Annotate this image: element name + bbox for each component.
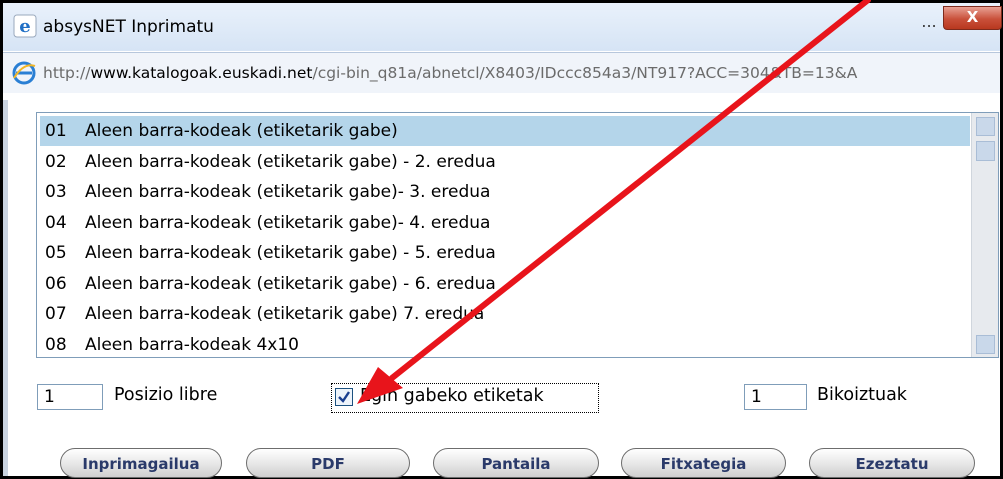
list-item-label: Aleen barra-kodeak (etiketarik gabe) 7. … (85, 304, 485, 324)
list-item-number: 03 (45, 182, 67, 202)
screen-button[interactable]: Pantaila (433, 448, 599, 478)
position-input[interactable]: 1 (37, 384, 103, 410)
list-item-number: 01 (45, 121, 67, 141)
scroll-down-arrow-icon[interactable] (976, 335, 995, 354)
list-item-label: Aleen barra-kodeak (etiketarik gabe) - 5… (85, 243, 496, 263)
url-prefix: http:// (43, 64, 91, 82)
checkmark-icon (338, 391, 350, 403)
list-item[interactable]: 07 Aleen barra-kodeak (etiketarik gabe) 7… (40, 299, 484, 329)
duplicates-label: Bikoiztuak (817, 385, 907, 405)
list-item[interactable]: 04 Aleen barra-kodeak (etiketarik gabe)- … (40, 208, 490, 238)
position-label: Posizio libre (114, 385, 218, 405)
scroll-up-arrow-icon[interactable] (976, 117, 995, 136)
list-item[interactable]: 06 Aleen barra-kodeak (etiketarik gabe) -… (40, 269, 496, 299)
unprinted-labels-checkbox[interactable] (335, 388, 353, 406)
title-bar[interactable]: e absysNET Inprimatu ... X (3, 3, 1002, 51)
printer-button[interactable]: Inprimagailua (60, 448, 222, 478)
report-listbox[interactable]: 01 Aleen barra-kodeak (etiketarik gabe) 02… (36, 112, 999, 358)
list-item-number: 05 (45, 243, 67, 263)
page-icon (12, 61, 36, 85)
list-item[interactable]: 01 Aleen barra-kodeak (etiketarik gabe) (40, 116, 970, 146)
url-host: www.katalogoak.euskadi.net (90, 64, 313, 82)
internet-explorer-icon: e (13, 14, 37, 38)
list-item-number: 06 (45, 273, 67, 294)
unprinted-labels-option[interactable]: Egin gabeko etiketak (331, 383, 599, 413)
list-item[interactable]: 08 Aleen barra-kodeak 4x10 (40, 330, 299, 358)
minimize-button[interactable]: ... (918, 10, 940, 32)
list-item-label: Aleen barra-kodeak (etiketarik gabe)- 3.… (85, 182, 491, 202)
list-item[interactable]: 02 Aleen barra-kodeak (etiketarik gabe) -… (40, 147, 496, 177)
list-item-label: Aleen barra-kodeak 4x10 (85, 334, 299, 355)
scroll-thumb[interactable] (976, 141, 995, 161)
vertical-scrollbar[interactable] (971, 113, 998, 357)
left-edge (3, 100, 8, 476)
close-button[interactable]: X (943, 6, 1002, 30)
list-item-number: 04 (45, 212, 67, 233)
pdf-button[interactable]: PDF (246, 448, 410, 478)
svg-text:e: e (19, 16, 30, 37)
list-item-label: Aleen barra-kodeak (etiketarik gabe)- 4.… (85, 212, 491, 233)
window-title: absysNET Inprimatu (43, 17, 214, 37)
list-item-number: 02 (45, 151, 67, 172)
url-text: http://www.katalogoak.euskadi.net/cgi-bi… (43, 64, 857, 82)
unprinted-labels-label: Egin gabeko etiketak (360, 386, 544, 406)
list-item-number: 08 (45, 334, 67, 355)
list-item[interactable]: 05 Aleen barra-kodeak (etiketarik gabe) -… (40, 238, 496, 268)
list-item-label: Aleen barra-kodeak (etiketarik gabe) - 2… (85, 151, 496, 172)
address-bar[interactable]: http://www.katalogoak.euskadi.net/cgi-bi… (3, 52, 1000, 94)
list-item-number: 07 (45, 304, 67, 324)
duplicates-input[interactable]: 1 (744, 384, 807, 410)
file-button[interactable]: Fitxategia (621, 448, 786, 478)
list-item-label: Aleen barra-kodeak (etiketarik gabe) (85, 121, 398, 141)
cancel-button[interactable]: Ezeztatu (809, 448, 975, 478)
url-path: /cgi-bin_q81a/abnetcl/X8403/IDccc854a3/N… (312, 64, 858, 82)
list-item-label: Aleen barra-kodeak (etiketarik gabe) - 6… (85, 273, 496, 294)
list-item[interactable]: 03 Aleen barra-kodeak (etiketarik gabe)- … (40, 177, 490, 207)
